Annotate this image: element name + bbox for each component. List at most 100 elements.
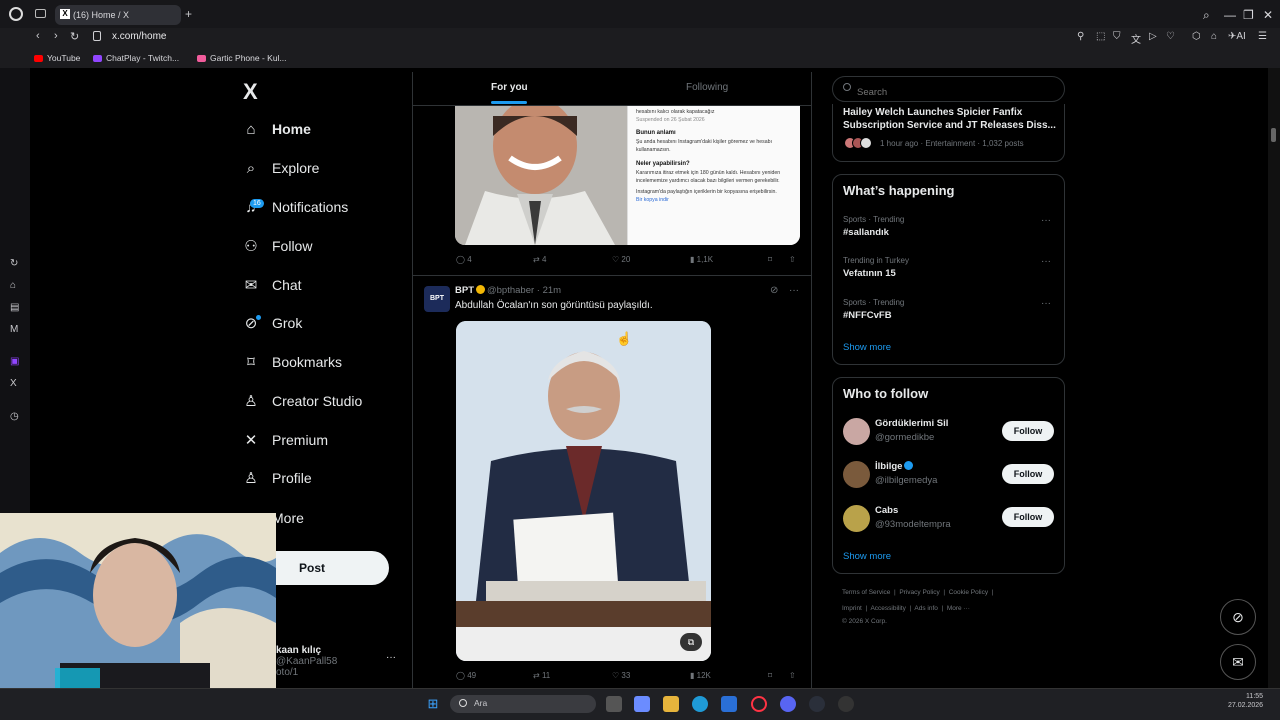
history-refresh-icon[interactable]: ↻ xyxy=(10,258,18,269)
trend-more-icon[interactable]: ··· xyxy=(1041,298,1051,309)
reply-button[interactable]: ◯ 49 xyxy=(456,671,476,680)
suggestion-name[interactable]: Gördüklerimi Sil xyxy=(875,418,948,429)
nav-profile[interactable]: ♙ Profile xyxy=(242,466,311,490)
system-clock[interactable]: 11:55 27.02.2026 xyxy=(1228,692,1263,710)
footer-link[interactable]: Imprint xyxy=(842,605,862,612)
media-alt-icon[interactable]: ⧉ xyxy=(680,633,702,651)
like-button[interactable]: ♡ 33 xyxy=(612,671,630,680)
follow-button[interactable]: Follow xyxy=(1002,507,1054,527)
menu-icon[interactable]: ☰ xyxy=(1258,31,1267,42)
scrollbar[interactable] xyxy=(1268,68,1280,688)
copilot-icon[interactable] xyxy=(634,696,650,712)
tab-home-x[interactable]: X (16) Home / X xyxy=(55,5,181,25)
back-icon[interactable]: ‹ xyxy=(36,30,40,42)
grok-float-button[interactable]: ⊘ xyxy=(1220,599,1256,635)
footer-link[interactable]: Ads info xyxy=(914,605,938,612)
nav-premium[interactable]: ✕ Premium xyxy=(242,428,328,452)
avatar[interactable] xyxy=(843,418,870,445)
steam-icon[interactable] xyxy=(809,696,825,712)
tray-icon[interactable]: ⌂ xyxy=(10,280,16,291)
bookmark-chatplay[interactable]: ChatPlay - Twitch... xyxy=(93,53,179,63)
play-icon[interactable]: ▷ xyxy=(1149,31,1157,42)
grok-explain-icon[interactable]: ⊘ xyxy=(770,285,778,296)
show-more-trends[interactable]: Show more xyxy=(843,342,891,353)
repost-button[interactable]: ⇄ 11 xyxy=(533,671,550,680)
author-handle[interactable]: @bpthaber · 21m xyxy=(487,285,561,296)
translate-icon[interactable]: 文 xyxy=(1131,31,1141,46)
trend-name[interactable]: #sallandık xyxy=(843,227,889,238)
account-more-icon[interactable]: ··· xyxy=(386,652,396,663)
url-field[interactable]: x.com/home xyxy=(112,31,166,42)
new-tab-button[interactable]: + xyxy=(185,7,192,21)
bookmark-gartic[interactable]: Gartic Phone - Kul... xyxy=(197,53,287,63)
obs-icon[interactable] xyxy=(838,696,854,712)
footer-link[interactable]: Cookie Policy xyxy=(949,589,988,596)
opera-icon[interactable] xyxy=(751,696,767,712)
tweet-media[interactable] xyxy=(456,321,711,661)
x-icon[interactable]: X xyxy=(10,378,17,389)
nav-creator-studio[interactable]: ♙ Creator Studio xyxy=(242,389,362,413)
news-title[interactable]: Hailey Welch Launches Spicier Fanfix Sub… xyxy=(843,106,1058,132)
share-icon[interactable]: ⇧ xyxy=(789,671,796,680)
suggestion-name[interactable]: İlbilge xyxy=(875,461,914,472)
follow-button[interactable]: Follow xyxy=(1002,421,1054,441)
nav-grok[interactable]: ⊘ Grok xyxy=(242,311,302,335)
reload-icon[interactable]: ↻ xyxy=(70,30,79,43)
trend-name[interactable]: #NFFCvFB xyxy=(843,310,892,321)
wallet-icon[interactable]: ⌂ xyxy=(1211,31,1217,42)
trend-more-icon[interactable]: ··· xyxy=(1041,256,1051,267)
nav-notifications[interactable]: ♫16 Notifications xyxy=(242,195,348,219)
nav-chat[interactable]: ✉ Chat xyxy=(242,273,302,297)
workspaces-icon[interactable] xyxy=(35,9,46,18)
bookmark-youtube[interactable]: YouTube xyxy=(34,53,80,63)
twitch-icon[interactable]: ▣ xyxy=(10,356,19,367)
bookmark-icon[interactable]: ⌑ xyxy=(768,255,772,264)
clock-icon[interactable]: ◷ xyxy=(10,411,19,422)
restore-icon[interactable]: ❐ xyxy=(1243,8,1254,22)
windows-start-icon[interactable]: ⊞ xyxy=(425,696,441,712)
avatar[interactable]: BPT xyxy=(424,286,450,312)
author-name[interactable]: BPT xyxy=(455,285,474,296)
task-view-icon[interactable] xyxy=(606,696,622,712)
tweet-more-icon[interactable]: ··· xyxy=(789,285,799,296)
tab-following[interactable]: Following xyxy=(686,82,728,93)
heart-icon[interactable]: ♡ xyxy=(1166,31,1175,42)
close-window-icon[interactable]: ✕ xyxy=(1263,8,1273,22)
search-input[interactable] xyxy=(832,76,1065,102)
messages-float-button[interactable]: ✉ xyxy=(1220,644,1256,680)
scrollbar-thumb[interactable] xyxy=(1271,128,1276,142)
edge-icon[interactable] xyxy=(692,696,708,712)
trend-name[interactable]: Vefatının 15 xyxy=(843,268,896,279)
footer-link[interactable]: More ··· xyxy=(947,605,970,612)
file-explorer-icon[interactable] xyxy=(663,696,679,712)
snapshot-icon[interactable]: ⬚ xyxy=(1096,31,1105,42)
repost-button[interactable]: ⇄ 4 xyxy=(533,255,546,264)
nav-home[interactable]: ⌂ Home xyxy=(242,117,310,141)
mail-icon[interactable]: M xyxy=(10,324,18,335)
follow-button[interactable]: Follow xyxy=(1002,464,1054,484)
bookmark-icon[interactable]: ⌑ xyxy=(768,671,772,680)
wallet-icon[interactable]: ▤ xyxy=(10,302,19,313)
share-icon[interactable]: ⇧ xyxy=(789,255,796,264)
taskbar-search[interactable]: Ara xyxy=(450,695,596,713)
nav-explore[interactable]: ⌕ Explore xyxy=(242,156,320,180)
avatar[interactable] xyxy=(843,505,870,532)
trend-more-icon[interactable]: ··· xyxy=(1041,215,1051,226)
browser-logo-icon[interactable] xyxy=(9,7,23,21)
show-more-suggestions[interactable]: Show more xyxy=(843,551,891,562)
forward-icon[interactable]: › xyxy=(54,30,58,42)
minimize-icon[interactable]: — xyxy=(1224,8,1236,22)
account-switcher[interactable]: kaan kılıç @KaanPall58 oto/1 xyxy=(276,645,337,678)
reply-button[interactable]: ◯ 4 xyxy=(456,255,472,264)
footer-link[interactable]: Terms of Service xyxy=(842,589,890,596)
x-logo[interactable]: X xyxy=(243,79,258,105)
suggestion-name[interactable]: Cabs xyxy=(875,505,898,516)
footer-link[interactable]: Accessibility xyxy=(870,605,905,612)
extensions-icon[interactable]: ⬡ xyxy=(1192,31,1201,42)
like-button[interactable]: ♡ 20 xyxy=(612,255,630,264)
search-tabs-icon[interactable]: ⌕ xyxy=(1203,8,1210,23)
ai-icon[interactable]: ✈AI xyxy=(1228,31,1246,42)
views-button[interactable]: ▮ 12K xyxy=(690,671,711,680)
avatar[interactable] xyxy=(843,461,870,488)
nav-bookmarks[interactable]: ⌑ Bookmarks xyxy=(242,350,342,374)
